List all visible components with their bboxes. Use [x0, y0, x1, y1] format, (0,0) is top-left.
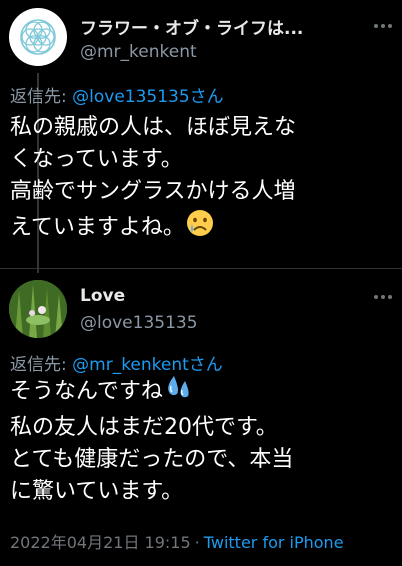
user-handle[interactable]: @mr_kenkent	[80, 42, 197, 62]
tweet-text-line-last: えていますよね。	[10, 208, 296, 248]
tweet-text-line: とても健康だったので、本当	[10, 447, 294, 472]
flower-of-life-icon	[20, 19, 56, 55]
tweet-1: フラワー・オブ・ライフは... @mr_kenkent 返信先: @love13…	[0, 0, 402, 273]
reply-mention-link[interactable]: @love135135さん	[72, 87, 224, 107]
avatar-love[interactable]	[9, 280, 67, 338]
tweet-text: 私の親戚の人は、ほぼ見えな くなっています。 高齢でサングラスかける人増 えてい…	[10, 112, 296, 248]
tweet-text-line: 私の友人はまだ20代です。	[10, 415, 278, 440]
reply-prefix: 返信先:	[10, 87, 73, 107]
sweat-droplets-icon	[163, 372, 193, 412]
reply-to-line: 返信先: @love135135さん	[10, 82, 224, 107]
tweet-text: そうなんですね 私の友人はまだ20代です。 とても健康だったので、本当 に驚いて…	[10, 372, 293, 508]
more-options-icon[interactable]	[374, 295, 392, 299]
tweet-text-line: 高齢でサングラスかける人増	[10, 179, 296, 204]
meta-separator: ·	[194, 533, 200, 552]
avatar-flower-of-life[interactable]	[9, 8, 67, 66]
tweet-text-line: に驚いています。	[10, 479, 184, 504]
display-name[interactable]: Love	[80, 286, 125, 306]
display-name[interactable]: フラワー・オブ・ライフは...	[80, 14, 303, 39]
more-options-icon[interactable]	[374, 24, 392, 28]
tweet-text-line: 私の親戚の人は、ほぼ見えな	[10, 115, 297, 140]
lotus-photo-icon	[9, 280, 67, 338]
crying-face-icon	[185, 208, 215, 248]
tweet-text-line: くなっています。	[10, 147, 183, 172]
tweet-text-line-first: そうなんですね	[10, 372, 293, 412]
timestamp[interactable]: 2022年04月21日 19:15	[10, 533, 191, 552]
source-link[interactable]: Twitter for iPhone	[204, 533, 344, 552]
tweet-2: Love @love135135 返信先: @mr_kenkentさん そうなん…	[0, 269, 402, 566]
tweet-meta: 2022年04月21日 19:15 · Twitter for iPhone	[10, 529, 344, 553]
user-handle[interactable]: @love135135	[80, 313, 198, 333]
